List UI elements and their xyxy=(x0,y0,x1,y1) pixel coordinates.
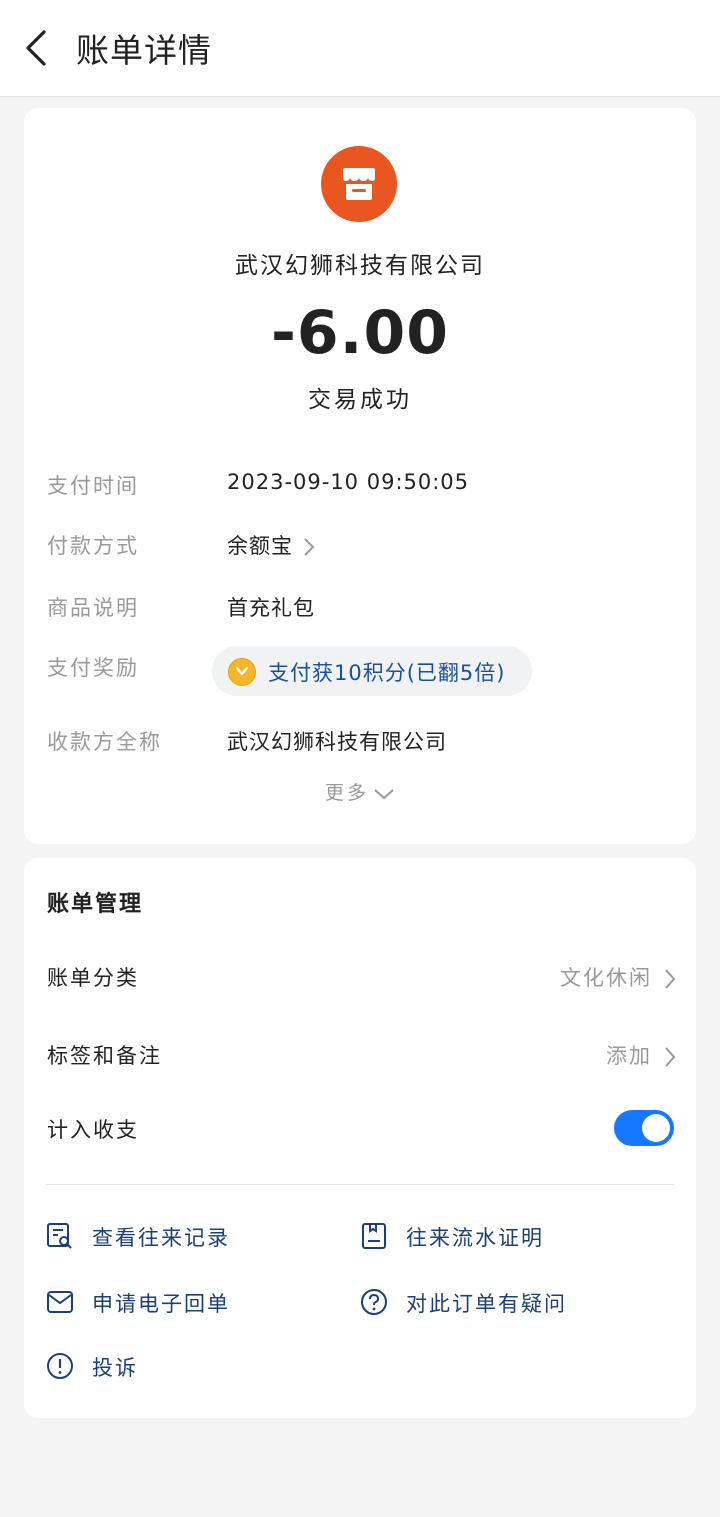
record-search-icon xyxy=(47,1223,72,1249)
statement-proof-button[interactable]: 往来流水证明 xyxy=(360,1222,660,1252)
shop-icon xyxy=(343,168,375,200)
chevron-right-icon xyxy=(665,1047,676,1067)
points-coin-icon xyxy=(228,658,256,686)
document-icon xyxy=(362,1223,386,1249)
back-button[interactable] xyxy=(22,28,58,68)
top-bar: 账单详情 xyxy=(0,0,720,97)
merchant-name: 武汉幻狮科技有限公司 xyxy=(235,253,485,279)
chevron-right-icon xyxy=(304,538,315,556)
include-toggle[interactable] xyxy=(614,1110,674,1146)
view-records-button[interactable]: 查看往来记录 xyxy=(46,1222,326,1252)
page-title: 账单详情 xyxy=(76,31,212,70)
complaint-label: 投诉 xyxy=(92,1356,138,1380)
more-button[interactable]: 更多 xyxy=(24,778,696,805)
category-value: 文化休闲 xyxy=(560,966,652,990)
reward-text: 支付获10积分(已翻5倍) xyxy=(268,661,506,685)
divider xyxy=(46,1184,674,1185)
view-records-label: 查看往来记录 xyxy=(92,1226,230,1250)
chevron-down-icon xyxy=(374,788,394,799)
bill-management-card: 账单管理 账单分类 文化休闲 标签和备注 添加 计入收支 查看往来记录 往来流水… xyxy=(24,858,696,1418)
tags-label: 标签和备注 xyxy=(47,1044,162,1068)
pay-method-link[interactable]: 余额宝 xyxy=(227,530,315,560)
order-question-label: 对此订单有疑问 xyxy=(406,1292,567,1316)
category-label: 账单分类 xyxy=(47,966,139,990)
more-label: 更多 xyxy=(324,782,369,804)
reward-badge[interactable]: 支付获10积分(已翻5倍) xyxy=(212,646,532,696)
amount: -6.00 xyxy=(271,298,449,368)
bill-summary-card: 武汉幻狮科技有限公司 -6.00 交易成功 支付时间 2023-09-10 09… xyxy=(24,108,696,844)
complaint-button[interactable]: 投诉 xyxy=(46,1352,246,1382)
reward-label: 支付奖励 xyxy=(47,656,139,680)
order-question-button[interactable]: 对此订单有疑问 xyxy=(360,1288,660,1318)
alert-circle-icon xyxy=(47,1353,73,1379)
transaction-status: 交易成功 xyxy=(308,387,412,413)
include-label: 计入收支 xyxy=(47,1118,139,1142)
payee-value: 武汉幻狮科技有限公司 xyxy=(227,730,447,754)
statement-proof-label: 往来流水证明 xyxy=(406,1226,544,1250)
toggle-knob xyxy=(642,1114,670,1142)
merchant-avatar xyxy=(321,146,397,222)
question-circle-icon xyxy=(361,1289,387,1315)
category-selector[interactable]: 文化休闲 xyxy=(560,962,676,992)
pay-method-value: 余额宝 xyxy=(227,534,293,558)
e-receipt-button[interactable]: 申请电子回单 xyxy=(46,1288,326,1318)
pay-time-label: 支付时间 xyxy=(47,474,139,498)
mail-icon xyxy=(47,1291,73,1313)
tags-value: 添加 xyxy=(606,1044,652,1068)
e-receipt-label: 申请电子回单 xyxy=(92,1292,230,1316)
chevron-right-icon xyxy=(665,969,676,989)
tags-add-button[interactable]: 添加 xyxy=(606,1040,676,1070)
payee-label: 收款方全称 xyxy=(47,730,162,754)
product-value: 首充礼包 xyxy=(227,596,315,620)
pay-time-value: 2023-09-10 09:50:05 xyxy=(227,470,470,494)
chevron-left-icon xyxy=(26,30,46,66)
pay-method-label: 付款方式 xyxy=(47,534,139,558)
product-label: 商品说明 xyxy=(47,596,139,620)
section-title: 账单管理 xyxy=(47,892,144,917)
